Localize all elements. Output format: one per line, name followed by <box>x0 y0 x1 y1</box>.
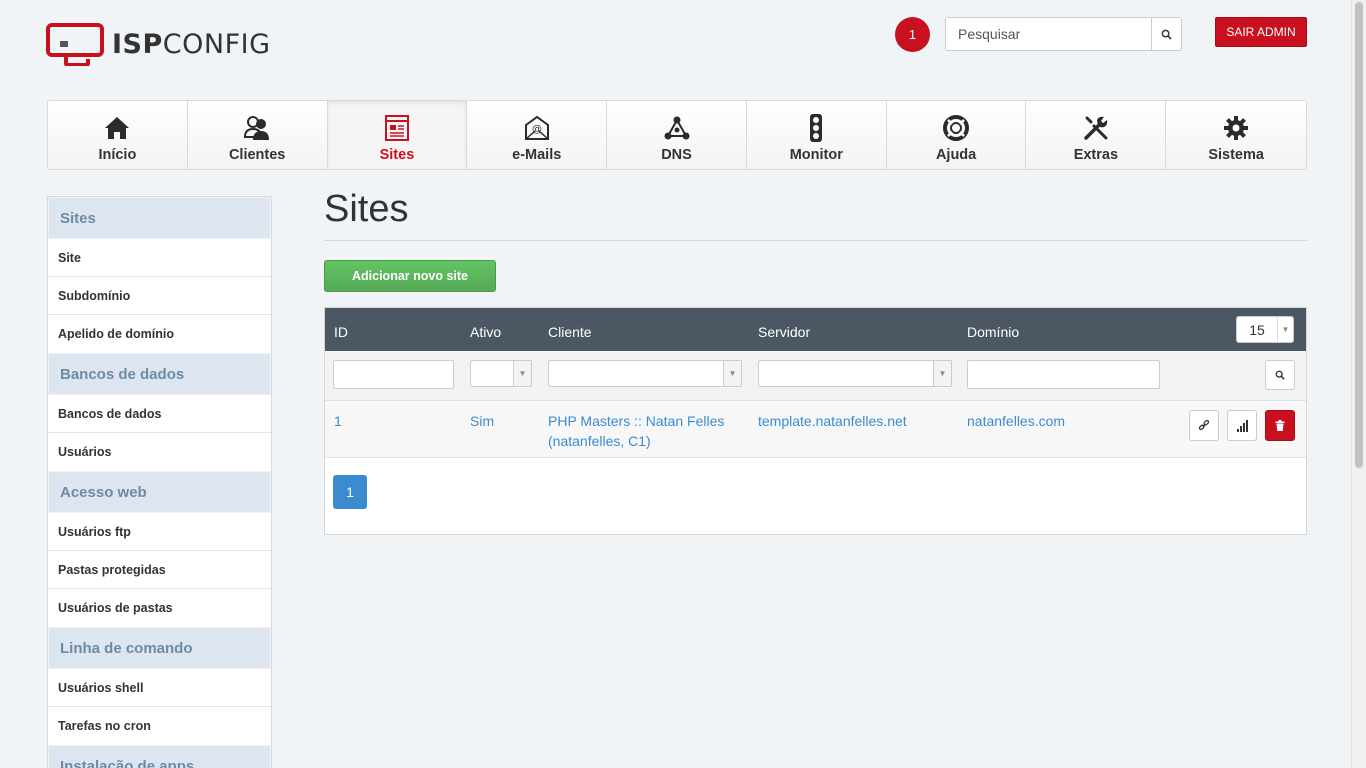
cell-client-detail: (natanfelles, C1) <box>548 433 651 449</box>
column-header-server[interactable]: Servidor <box>758 324 810 340</box>
global-search <box>945 17 1182 51</box>
nav-clients[interactable]: Clientes <box>188 101 328 169</box>
add-site-button[interactable]: Adicionar novo site <box>324 260 496 292</box>
nav-help[interactable]: Ajuda <box>887 101 1027 169</box>
cell-id[interactable]: 1 <box>334 411 342 431</box>
nav-help-label: Ajuda <box>935 147 977 163</box>
tools-icon <box>1084 116 1108 140</box>
column-header-client[interactable]: Cliente <box>548 324 592 340</box>
sidebar-item-ftp-users[interactable]: Usuários ftp <box>48 513 271 551</box>
nav-clients-label: Clientes <box>228 147 286 163</box>
filter-domain-input[interactable] <box>967 360 1160 389</box>
sidebar-section-sites: Sites <box>48 197 271 239</box>
filter-server-select[interactable]: ▼ <box>758 360 952 387</box>
users-icon <box>244 116 270 140</box>
nav-emails[interactable]: @ e-Mails <box>467 101 608 169</box>
envelope-at-icon: @ <box>524 115 549 140</box>
page-size-value: 15 <box>1249 322 1265 338</box>
search-icon <box>1161 29 1172 40</box>
filter-search-button[interactable] <box>1265 360 1295 390</box>
column-header-domain[interactable]: Domínio <box>967 324 1019 340</box>
filter-active-select[interactable]: ▼ <box>470 360 532 387</box>
link-icon <box>1198 419 1210 430</box>
lifebuoy-icon <box>943 115 970 141</box>
title-divider <box>324 240 1307 241</box>
nav-monitor-label: Monitor <box>789 147 843 163</box>
nav-extras[interactable]: Extras <box>1026 101 1167 169</box>
filter-id-input[interactable] <box>333 360 454 389</box>
svg-text:@: @ <box>532 124 542 135</box>
search-input[interactable] <box>946 18 1151 50</box>
sidebar-item-site[interactable]: Site <box>48 239 271 277</box>
delete-button[interactable] <box>1265 410 1295 441</box>
sidebar-section-databases: Bancos de dados <box>48 353 271 395</box>
filter-client-select[interactable]: ▼ <box>548 360 742 387</box>
sidebar-section-web-access: Acesso web <box>48 471 271 513</box>
chevron-down-icon: ▼ <box>513 361 531 386</box>
sidebar-section-command-line: Linha de comando <box>48 627 271 669</box>
cell-client[interactable]: PHP Masters :: Natan Felles (natanfelles… <box>548 411 724 451</box>
nav-sites-label: Sites <box>379 147 415 163</box>
sites-table: ID Ativo Cliente Servidor Domínio 15 ▼ ▼… <box>324 307 1307 535</box>
filter-row: ▼ ▼ ▼ <box>325 351 1306 401</box>
statistics-button[interactable] <box>1227 410 1257 441</box>
nav-home[interactable]: Início <box>48 101 188 169</box>
chevron-down-icon: ▼ <box>723 361 741 386</box>
sidebar-item-cron-jobs[interactable]: Tarefas no cron <box>48 707 271 745</box>
sidebar-item-databases[interactable]: Bancos de dados <box>48 395 271 433</box>
cell-server[interactable]: template.natanfelles.net <box>758 411 907 431</box>
sidebar-item-subdomain[interactable]: Subdomínio <box>48 277 271 315</box>
nav-system-label: Sistema <box>1208 147 1264 163</box>
logout-button[interactable]: SAIR ADMIN <box>1215 17 1307 47</box>
nav-home-label: Início <box>98 147 137 163</box>
sidebar: Sites Site Subdomínio Apelido de domínio… <box>47 196 272 768</box>
column-header-id[interactable]: ID <box>334 324 348 340</box>
main-nav: Início Clientes Sites @ e-Mails DNS Moni… <box>47 100 1307 170</box>
search-button[interactable] <box>1151 18 1181 50</box>
sidebar-section-app-install: Instalação de apps <box>48 745 271 768</box>
nav-sites[interactable]: Sites <box>327 101 468 169</box>
column-header-active[interactable]: Ativo <box>470 324 501 340</box>
sidebar-item-folder-users[interactable]: Usuários de pastas <box>48 589 271 627</box>
signal-bars-icon <box>1237 419 1248 432</box>
trash-icon <box>1275 420 1285 431</box>
chevron-down-icon: ▼ <box>933 361 951 386</box>
website-icon <box>384 115 409 141</box>
logo-text: ISPCONFIG <box>112 28 271 60</box>
nav-dns[interactable]: DNS <box>607 101 747 169</box>
open-site-button[interactable] <box>1189 410 1219 441</box>
nav-emails-label: e-Mails <box>512 147 562 163</box>
nav-dns-label: DNS <box>661 147 692 163</box>
nav-monitor[interactable]: Monitor <box>747 101 887 169</box>
page-size-select[interactable]: 15 ▼ <box>1236 316 1294 343</box>
sidebar-item-db-users[interactable]: Usuários <box>48 433 271 471</box>
nav-extras-label: Extras <box>1073 147 1119 163</box>
sidebar-item-domain-alias[interactable]: Apelido de domínio <box>48 315 271 353</box>
notification-badge[interactable]: 1 <box>895 17 930 52</box>
table-row[interactable]: 1 Sim PHP Masters :: Natan Felles (natan… <box>325 401 1306 458</box>
ispconfig-logo[interactable]: ISPCONFIG <box>46 22 270 67</box>
sidebar-item-protected-folders[interactable]: Pastas protegidas <box>48 551 271 589</box>
cell-client-name: PHP Masters :: Natan Felles <box>548 413 725 429</box>
dns-nodes-icon <box>664 116 690 140</box>
table-header: ID Ativo Cliente Servidor Domínio 15 ▼ <box>325 308 1306 351</box>
cell-domain[interactable]: natanfelles.com <box>967 411 1065 431</box>
nav-system[interactable]: Sistema <box>1166 101 1306 169</box>
traffic-light-icon <box>810 114 823 142</box>
cell-active[interactable]: Sim <box>470 411 494 431</box>
page-title: Sites <box>324 188 409 230</box>
sidebar-item-shell-users[interactable]: Usuários shell <box>48 669 271 707</box>
chevron-down-icon: ▼ <box>1277 317 1293 342</box>
page-scrollbar[interactable] <box>1351 0 1366 768</box>
home-icon <box>105 117 130 139</box>
pagination-page-1[interactable]: 1 <box>333 475 367 509</box>
gear-icon <box>1224 116 1249 140</box>
logo-monitor-icon <box>46 22 104 67</box>
scrollbar-thumb[interactable] <box>1355 2 1363 468</box>
search-icon <box>1275 370 1285 380</box>
